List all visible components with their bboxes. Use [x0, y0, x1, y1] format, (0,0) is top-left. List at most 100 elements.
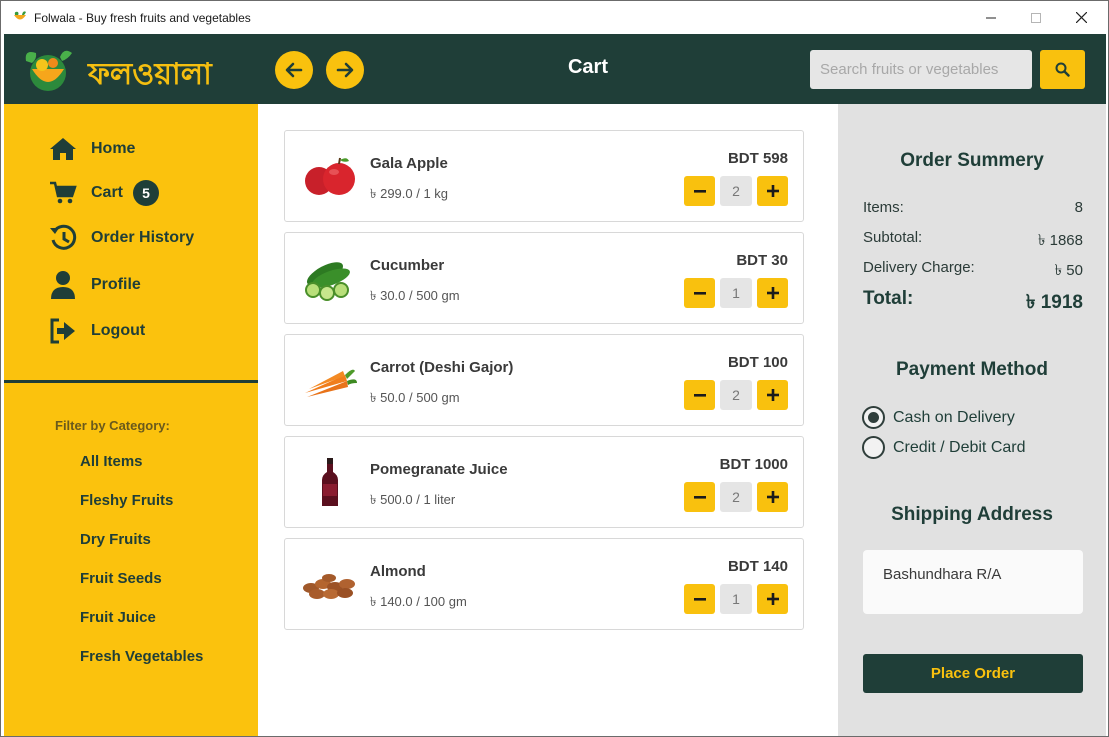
- plus-icon: [766, 287, 779, 299]
- search-icon: [1055, 62, 1070, 77]
- minus-icon: [693, 292, 706, 295]
- category-dry-fruits[interactable]: Dry Fruits: [80, 531, 151, 548]
- radio-dot-icon: [868, 412, 879, 423]
- category-fleshy-fruits[interactable]: Fleshy Fruits: [80, 492, 173, 509]
- cart-item: Almond ৳ 140.0 / 100 gm BDT 140 1: [284, 538, 804, 630]
- forward-button[interactable]: [326, 51, 364, 89]
- payment-option-card[interactable]: Credit / Debit Card: [862, 436, 1026, 459]
- minus-icon: [693, 190, 706, 193]
- sidebar-item-label: Profile: [91, 276, 141, 293]
- juice-bottle-image: [301, 455, 359, 511]
- sidebar-item-cart[interactable]: Cart 5: [48, 176, 160, 210]
- payment-option-cash[interactable]: Cash on Delivery: [862, 406, 1015, 429]
- category-fruit-juice[interactable]: Fruit Juice: [80, 609, 156, 626]
- product-name: Almond: [370, 563, 426, 580]
- payment-option-label: Credit / Debit Card: [893, 438, 1026, 456]
- summary-items-row: Items: 8: [863, 199, 1083, 216]
- page-title: Cart: [567, 56, 608, 78]
- cart-item: Gala Apple ৳ 299.0 / 1 kg BDT 598 2: [284, 130, 804, 222]
- cart-item: Pomegranate Juice ৳ 500.0 / 1 liter BDT …: [284, 436, 804, 528]
- quantity-value: 1: [720, 278, 752, 308]
- close-icon: [1075, 12, 1087, 23]
- product-unit-price: ৳ 140.0 / 100 gm: [370, 594, 467, 609]
- product-total: BDT 140: [727, 558, 788, 575]
- summary-items-value: 8: [1074, 199, 1083, 216]
- increase-qty-button[interactable]: [757, 278, 788, 308]
- arrow-left-icon: [285, 62, 303, 78]
- decrease-qty-button[interactable]: [684, 380, 715, 410]
- almond-image: [301, 557, 359, 613]
- decrease-qty-button[interactable]: [684, 278, 715, 308]
- filter-heading: Filter by Category:: [55, 418, 170, 433]
- app-window: Folwala - Buy fresh fruits and vegetable…: [0, 0, 1109, 737]
- product-name: Pomegranate Juice: [370, 461, 508, 478]
- minus-icon: [693, 496, 706, 499]
- increase-qty-button[interactable]: [757, 584, 788, 614]
- carrot-image: [301, 353, 359, 409]
- summary-total-label: Total:: [863, 288, 914, 309]
- minus-icon: [693, 394, 706, 397]
- sidebar-item-logout[interactable]: Logout: [48, 314, 145, 348]
- quantity-value: 2: [720, 482, 752, 512]
- summary-total-row: Total: ৳ 1918: [863, 288, 1083, 320]
- search-input[interactable]: [810, 50, 1032, 89]
- decrease-qty-button[interactable]: [684, 176, 715, 206]
- cart-item: Carrot (Deshi Gajor) ৳ 50.0 / 500 gm BDT…: [284, 334, 804, 426]
- radio-button-selected[interactable]: [862, 406, 885, 429]
- plus-icon: [766, 185, 779, 197]
- payment-option-label: Cash on Delivery: [893, 408, 1015, 426]
- shipping-address-heading: Shipping Address: [891, 504, 1053, 525]
- place-order-button[interactable]: Place Order: [863, 654, 1083, 693]
- logout-icon: [48, 316, 78, 346]
- home-icon: [48, 134, 78, 164]
- close-button[interactable]: [1058, 1, 1104, 34]
- search-button[interactable]: [1040, 50, 1085, 89]
- product-unit-price: ৳ 50.0 / 500 gm: [370, 390, 460, 405]
- minimize-button[interactable]: [968, 1, 1014, 34]
- increase-qty-button[interactable]: [757, 176, 788, 206]
- category-all-items[interactable]: All Items: [80, 453, 143, 470]
- summary-delivery-label: Delivery Charge:: [863, 259, 975, 276]
- history-icon: [48, 223, 78, 253]
- logo-text: ফলওয়ালা: [88, 57, 212, 92]
- product-name: Carrot (Deshi Gajor): [370, 359, 514, 376]
- summary-total-value: ৳ 1918: [1025, 292, 1083, 313]
- sidebar-item-order-history[interactable]: Order History: [48, 221, 194, 255]
- sidebar-item-label: Logout: [91, 322, 146, 339]
- title-bar: Folwala - Buy fresh fruits and vegetable…: [1, 1, 1108, 34]
- cart-list: Gala Apple ৳ 299.0 / 1 kg BDT 598 2 Cucu…: [258, 104, 838, 736]
- sidebar-item-home[interactable]: Home: [48, 132, 135, 166]
- app-logo-icon: [14, 11, 26, 20]
- logo-basket-icon: [25, 50, 72, 91]
- category-fresh-vegetables[interactable]: Fresh Vegetables: [80, 648, 203, 665]
- minimize-icon: [986, 17, 996, 18]
- radio-button[interactable]: [862, 436, 885, 459]
- summary-delivery-value: ৳ 50: [1054, 262, 1083, 279]
- summary-subtotal-value: ৳ 1868: [1037, 232, 1083, 249]
- cart-item: Cucumber ৳ 30.0 / 500 gm BDT 30 1: [284, 232, 804, 324]
- product-total: BDT 100: [727, 354, 788, 371]
- order-summary-panel: Order Summery Items: 8 Subtotal: ৳ 1868 …: [838, 104, 1106, 736]
- back-button[interactable]: [275, 51, 313, 89]
- summary-subtotal-label: Subtotal:: [863, 229, 923, 246]
- user-icon: [48, 270, 78, 300]
- decrease-qty-button[interactable]: [684, 482, 715, 512]
- apple-image: [301, 149, 359, 205]
- category-fruit-seeds[interactable]: Fruit Seeds: [80, 570, 162, 587]
- maximize-icon: [1031, 12, 1041, 23]
- sidebar-item-profile[interactable]: Profile: [48, 268, 141, 302]
- cucumber-image: [301, 251, 359, 307]
- summary-delivery-row: Delivery Charge: ৳ 50: [863, 259, 1083, 284]
- maximize-button[interactable]: [1013, 1, 1059, 34]
- increase-qty-button[interactable]: [757, 380, 788, 410]
- sidebar-divider: [4, 380, 258, 383]
- decrease-qty-button[interactable]: [684, 584, 715, 614]
- summary-items-label: Items:: [863, 199, 904, 216]
- quantity-value: 2: [720, 380, 752, 410]
- plus-icon: [766, 593, 779, 605]
- product-unit-price: ৳ 500.0 / 1 liter: [370, 492, 456, 507]
- increase-qty-button[interactable]: [757, 482, 788, 512]
- product-total: BDT 30: [736, 252, 788, 269]
- cart-icon: [48, 178, 78, 208]
- shipping-address-field[interactable]: Bashundhara R/A: [863, 550, 1083, 614]
